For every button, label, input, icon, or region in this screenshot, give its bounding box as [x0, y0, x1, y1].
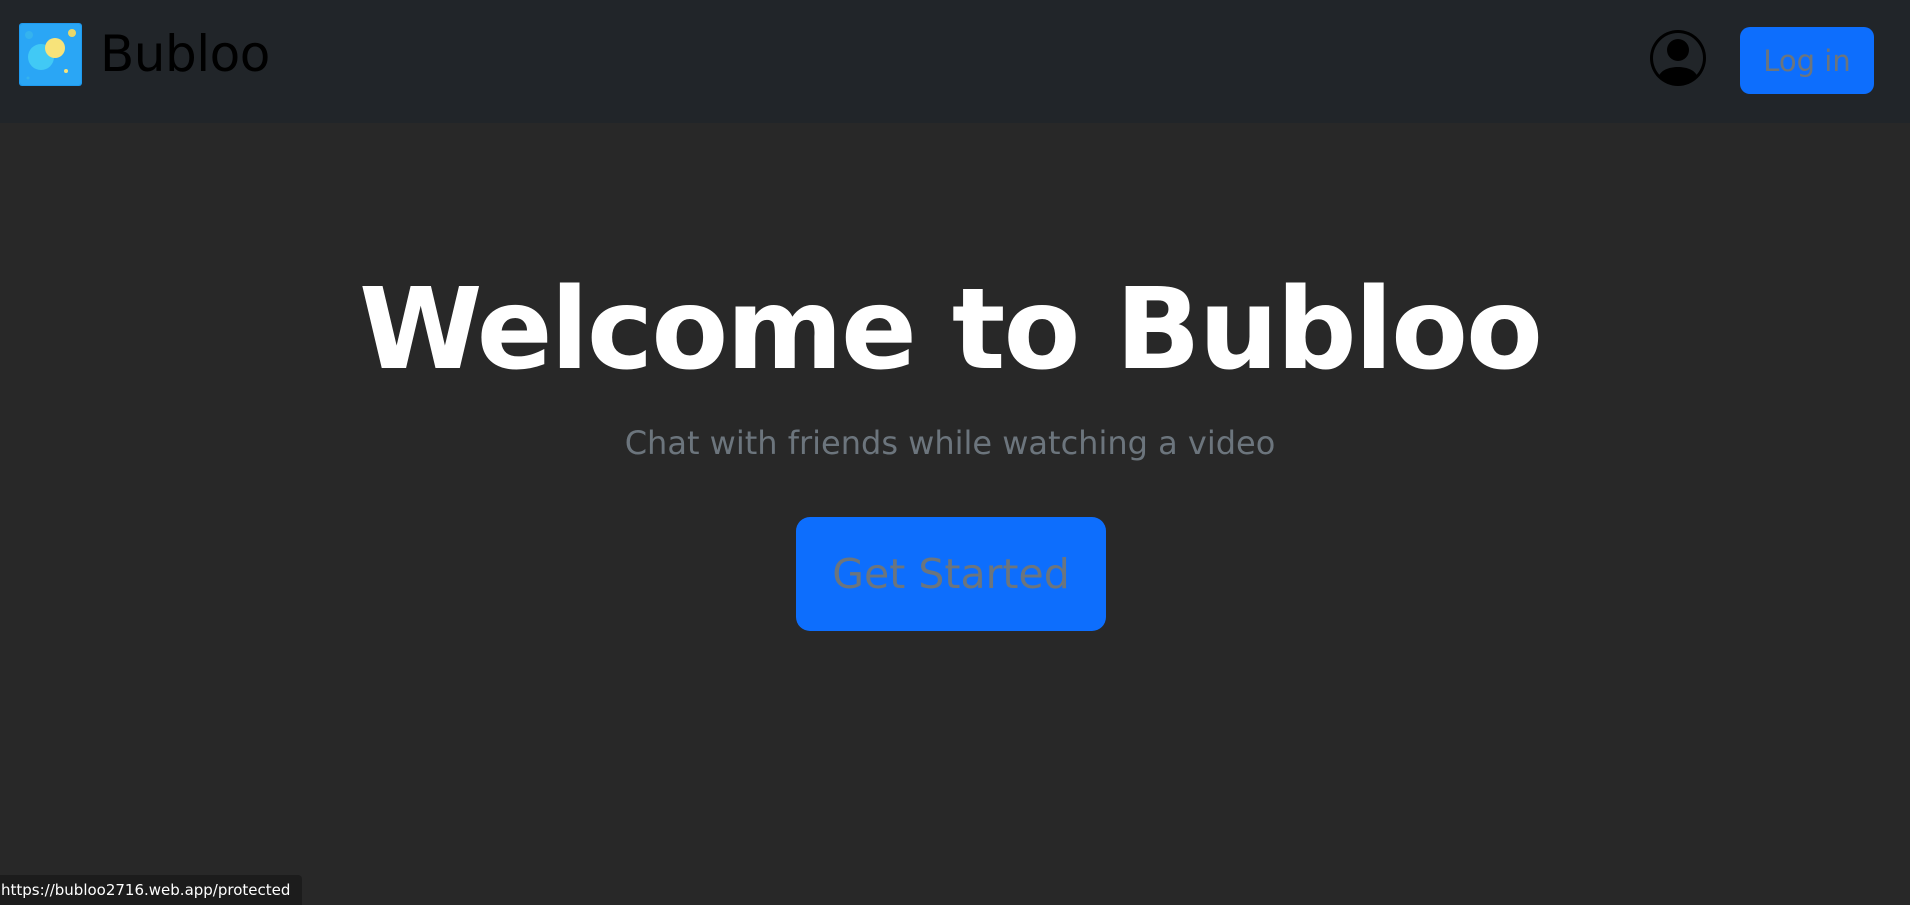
- login-button[interactable]: Log in: [1740, 27, 1874, 94]
- bubbles-logo-icon: [19, 23, 82, 86]
- hero-subtitle: Chat with friends while watching a video: [624, 424, 1276, 462]
- link-status-bar: https://bubloo2716.web.app/protected: [0, 875, 303, 905]
- brand-name: Bubloo: [100, 25, 270, 83]
- get-started-button[interactable]: Get Started: [796, 517, 1106, 631]
- navbar: Bubloo Log in: [0, 0, 1910, 123]
- hero-title: Welcome to Bubloo: [359, 265, 1543, 395]
- user-circle-icon[interactable]: [1648, 28, 1708, 88]
- brand-link[interactable]: Bubloo: [19, 23, 270, 86]
